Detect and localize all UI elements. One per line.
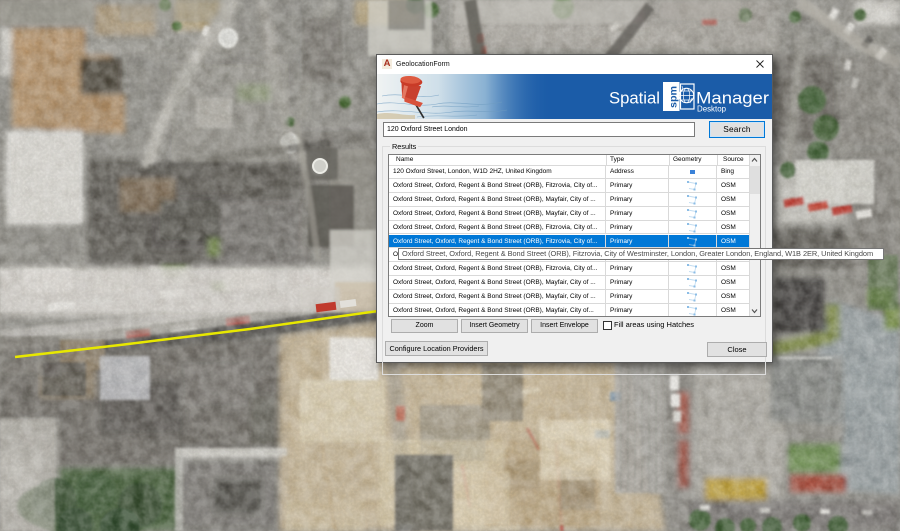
svg-text:spm: spm: [668, 86, 680, 108]
svg-text:Spatial: Spatial: [609, 90, 660, 108]
svg-text:Desktop: Desktop: [697, 105, 727, 114]
